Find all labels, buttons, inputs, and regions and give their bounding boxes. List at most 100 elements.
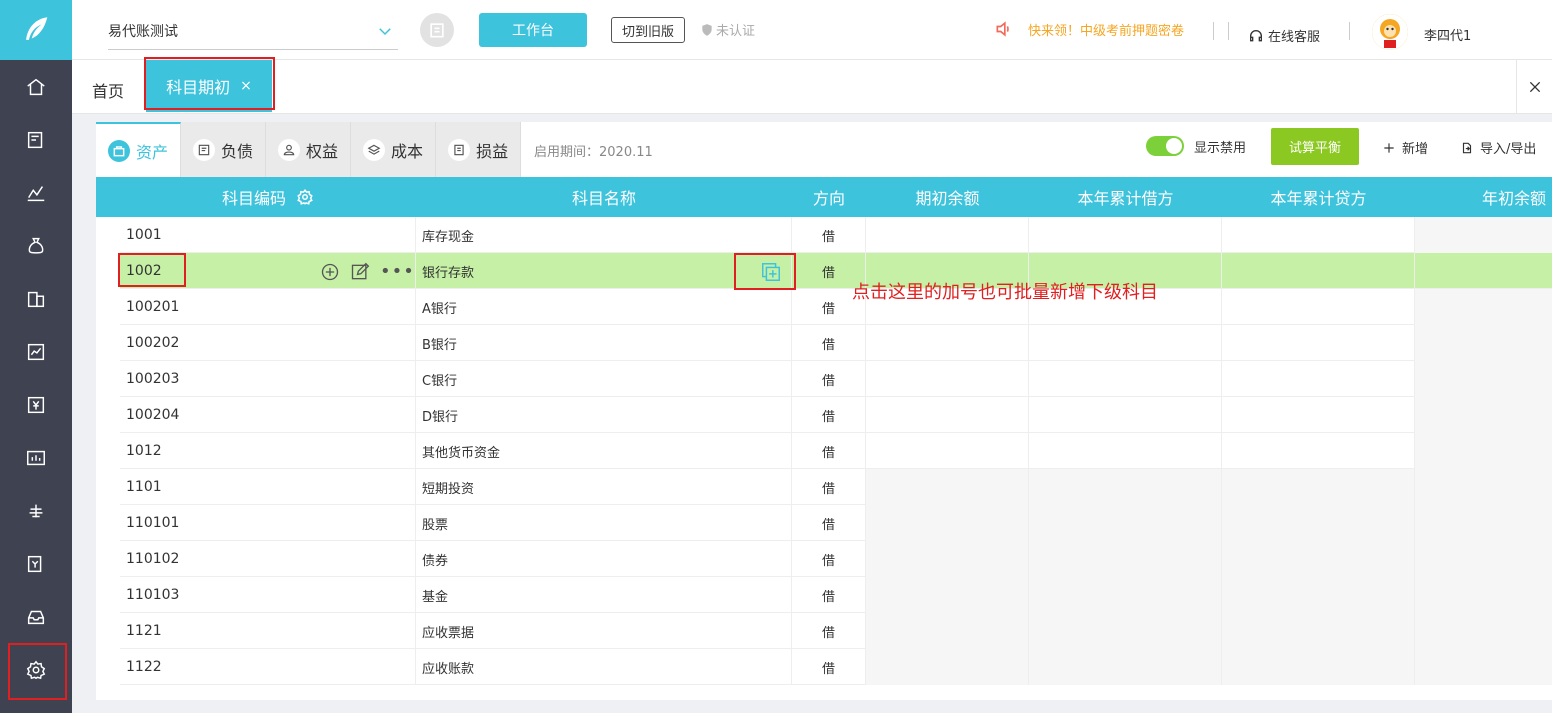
cell-year-opening[interactable] bbox=[1415, 505, 1552, 541]
trial-balance-button[interactable]: 试算平衡 bbox=[1271, 128, 1359, 165]
cell-year-credit[interactable] bbox=[1222, 649, 1415, 685]
tab-assets[interactable]: 资产 bbox=[96, 122, 182, 177]
cell-year-credit[interactable] bbox=[1222, 397, 1415, 433]
cell-opening[interactable] bbox=[866, 397, 1029, 433]
table-row[interactable]: 1012 其他货币资金 借 bbox=[120, 433, 1552, 469]
tab-home[interactable]: 首页 bbox=[92, 78, 124, 102]
switch-old-version-button[interactable]: 切到旧版 bbox=[611, 17, 685, 43]
nav-invoice[interactable] bbox=[0, 537, 72, 590]
cell-year-credit[interactable] bbox=[1222, 361, 1415, 397]
cell-opening[interactable] bbox=[866, 469, 1029, 505]
cell-year-opening[interactable] bbox=[1415, 577, 1552, 613]
cell-year-debit[interactable] bbox=[1029, 613, 1222, 649]
table-row[interactable]: 1101 短期投资 借 bbox=[120, 469, 1552, 505]
table-row[interactable]: 100201 A银行 借 bbox=[120, 289, 1552, 325]
table-row[interactable]: 110102 债券 借 bbox=[120, 541, 1552, 577]
cell-year-debit[interactable] bbox=[1029, 361, 1222, 397]
table-row[interactable]: 110103 基金 借 bbox=[120, 577, 1552, 613]
tab-cost[interactable]: 成本 bbox=[351, 122, 437, 177]
nav-settings[interactable] bbox=[0, 643, 72, 700]
table-row[interactable]: 1122 应收账款 借 bbox=[120, 649, 1552, 685]
promo-link[interactable]: 快来领！中级考前押题密卷 bbox=[994, 19, 1184, 39]
cell-year-credit[interactable] bbox=[1222, 469, 1415, 505]
nav-assets[interactable] bbox=[0, 431, 72, 484]
cell-year-debit[interactable] bbox=[1029, 433, 1222, 469]
cell-year-opening[interactable] bbox=[1415, 289, 1552, 325]
cell-year-opening[interactable] bbox=[1415, 613, 1552, 649]
batch-add-icon[interactable] bbox=[760, 261, 782, 283]
cell-year-debit[interactable] bbox=[1029, 577, 1222, 613]
table-row[interactable]: 100203 C银行 借 bbox=[120, 361, 1552, 397]
tab-profit-loss[interactable]: 损益 bbox=[436, 122, 522, 177]
cell-year-credit[interactable] bbox=[1222, 325, 1415, 361]
nav-voucher[interactable] bbox=[0, 113, 72, 166]
nav-archive[interactable] bbox=[0, 590, 72, 643]
cell-year-opening[interactable] bbox=[1415, 361, 1552, 397]
calendar-button[interactable] bbox=[420, 13, 454, 47]
company-select[interactable]: 易代账测试 bbox=[108, 12, 398, 50]
cell-opening[interactable] bbox=[866, 649, 1029, 685]
cell-opening[interactable] bbox=[866, 577, 1029, 613]
cell-year-debit[interactable] bbox=[1029, 541, 1222, 577]
cell-year-debit[interactable] bbox=[1029, 469, 1222, 505]
cell-year-credit[interactable] bbox=[1222, 505, 1415, 541]
cell-opening[interactable] bbox=[866, 433, 1029, 469]
add-button[interactable]: 新增 bbox=[1382, 138, 1428, 157]
tab-equity[interactable]: 权益 bbox=[266, 122, 352, 177]
table-row[interactable]: 100202 B银行 借 bbox=[120, 325, 1552, 361]
cell-year-opening[interactable] bbox=[1415, 433, 1552, 469]
cell-year-opening[interactable] bbox=[1415, 217, 1552, 253]
cell-year-opening[interactable] bbox=[1415, 325, 1552, 361]
nav-analysis[interactable] bbox=[0, 325, 72, 378]
username[interactable]: 李四代1 bbox=[1424, 25, 1471, 44]
cell-year-debit[interactable] bbox=[1029, 397, 1222, 433]
cell-year-opening[interactable] bbox=[1415, 253, 1552, 289]
cell-year-debit[interactable] bbox=[1029, 649, 1222, 685]
cell-opening[interactable] bbox=[866, 613, 1029, 649]
edit-icon[interactable] bbox=[350, 262, 370, 282]
nav-report[interactable] bbox=[0, 166, 72, 219]
tab-close-button[interactable]: × bbox=[240, 78, 252, 94]
cell-year-credit[interactable] bbox=[1222, 433, 1415, 469]
more-icon[interactable]: ••• bbox=[380, 261, 415, 282]
cell-year-debit[interactable] bbox=[1029, 505, 1222, 541]
cell-year-credit[interactable] bbox=[1222, 253, 1415, 289]
nav-money[interactable] bbox=[0, 219, 72, 272]
cell-year-opening[interactable] bbox=[1415, 469, 1552, 505]
cell-year-credit[interactable] bbox=[1222, 577, 1415, 613]
cell-year-credit[interactable] bbox=[1222, 289, 1415, 325]
tab-liabilities[interactable]: 负债 bbox=[181, 122, 267, 177]
cell-year-credit[interactable] bbox=[1222, 541, 1415, 577]
add-circle-icon[interactable] bbox=[320, 262, 340, 282]
cell-year-opening[interactable] bbox=[1415, 541, 1552, 577]
online-support-link[interactable]: 在线客服 bbox=[1248, 26, 1320, 45]
cell-year-credit[interactable] bbox=[1222, 217, 1415, 253]
nav-building[interactable] bbox=[0, 272, 72, 325]
table-row[interactable]: 110101 股票 借 bbox=[120, 505, 1552, 541]
cell-opening[interactable] bbox=[866, 361, 1029, 397]
cell-opening[interactable] bbox=[866, 505, 1029, 541]
nav-cashier[interactable] bbox=[0, 378, 72, 431]
table-row[interactable]: 100204 D银行 借 bbox=[120, 397, 1552, 433]
toggle-switch[interactable] bbox=[1146, 136, 1184, 156]
cell-year-debit[interactable] bbox=[1029, 217, 1222, 253]
gear-icon[interactable] bbox=[296, 188, 314, 206]
cell-opening[interactable] bbox=[866, 325, 1029, 361]
table-row[interactable]: 1121 应收票据 借 bbox=[120, 613, 1552, 649]
table-row[interactable]: 1001 库存现金 借 bbox=[120, 217, 1552, 253]
cell-year-debit[interactable] bbox=[1029, 325, 1222, 361]
close-all-tabs-button[interactable] bbox=[1516, 60, 1552, 114]
nav-home[interactable] bbox=[0, 60, 72, 113]
cell-year-opening[interactable] bbox=[1415, 649, 1552, 685]
cell-opening[interactable] bbox=[866, 217, 1029, 253]
workbench-button[interactable]: 工作台 bbox=[479, 13, 587, 47]
unverified-badge[interactable]: 未认证 bbox=[700, 20, 755, 39]
show-disabled-toggle[interactable]: 显示禁用 bbox=[1146, 136, 1246, 156]
table-row[interactable]: 1002 银行存款 借 ••• bbox=[120, 253, 1552, 289]
logo[interactable] bbox=[0, 0, 72, 60]
cell-opening[interactable] bbox=[866, 541, 1029, 577]
import-export-button[interactable]: 导入/导出 bbox=[1460, 138, 1536, 157]
cell-year-credit[interactable] bbox=[1222, 613, 1415, 649]
cell-year-opening[interactable] bbox=[1415, 397, 1552, 433]
tab-subject-opening[interactable]: 科目期初 × bbox=[146, 60, 272, 112]
